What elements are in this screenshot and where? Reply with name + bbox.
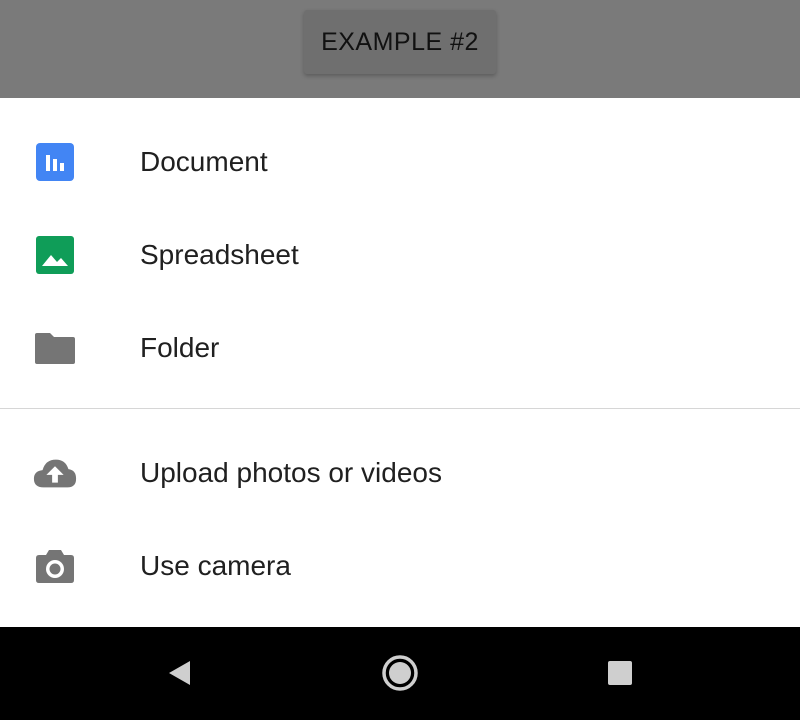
- navigation-bar: [0, 627, 800, 720]
- spreadsheet-icon: [32, 232, 78, 278]
- menu-item-label: Upload photos or videos: [140, 456, 442, 488]
- menu-item-label: Folder: [140, 331, 220, 363]
- cloud-upload-icon: [32, 450, 78, 496]
- menu-item-camera[interactable]: Use camera: [0, 519, 800, 612]
- sheet-divider: [0, 408, 800, 409]
- menu-item-document[interactable]: Document: [0, 115, 800, 208]
- menu-item-label: Spreadsheet: [140, 238, 299, 270]
- menu-item-spreadsheet[interactable]: Spreadsheet: [0, 208, 800, 301]
- home-icon[interactable]: [378, 651, 422, 695]
- scrim[interactable]: EXAMPLE #2: [0, 0, 800, 98]
- document-icon: [32, 139, 78, 185]
- menu-item-label: Use camera: [140, 549, 291, 581]
- screen: EXAMPLE #2 Document Spreadsheet Folder U…: [0, 0, 800, 720]
- example-button[interactable]: EXAMPLE #2: [304, 10, 496, 74]
- menu-item-label: Document: [140, 145, 268, 177]
- camera-icon: [32, 543, 78, 589]
- menu-item-folder[interactable]: Folder: [0, 301, 800, 394]
- menu-item-upload[interactable]: Upload photos or videos: [0, 426, 800, 519]
- folder-icon: [32, 325, 78, 371]
- example-button-label: EXAMPLE #2: [321, 27, 479, 56]
- back-icon[interactable]: [157, 651, 201, 695]
- recents-icon[interactable]: [598, 651, 642, 695]
- bottom-sheet: Document Spreadsheet Folder Upload photo…: [0, 98, 800, 627]
